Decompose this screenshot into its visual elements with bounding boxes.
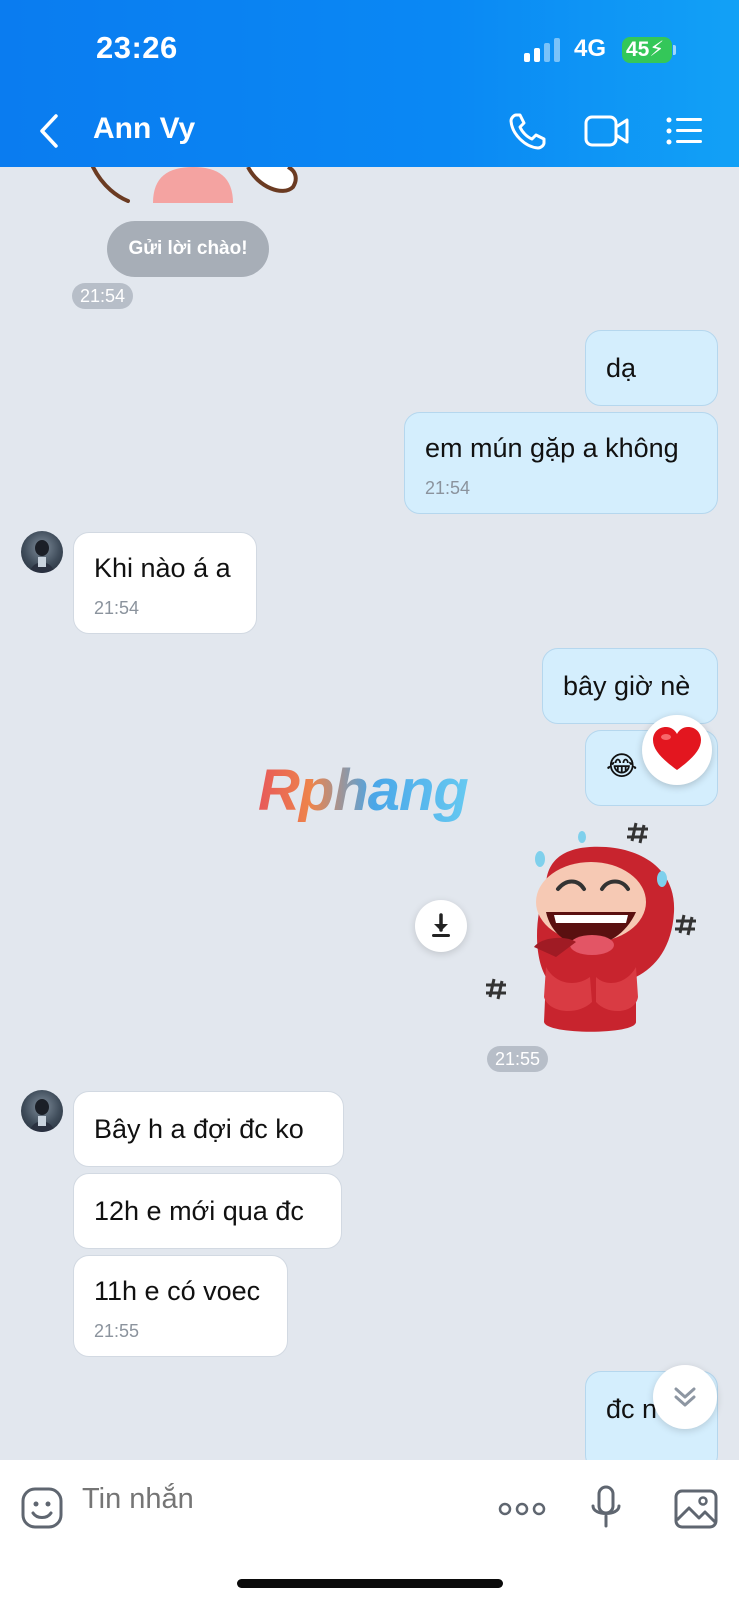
greeting-sticker: [91, 167, 298, 203]
send-greeting-button[interactable]: Gửi lời chào!: [107, 221, 269, 277]
emoji-icon[interactable]: [20, 1486, 66, 1532]
back-icon[interactable]: [34, 108, 68, 154]
message-text: bây giờ nè: [563, 671, 691, 701]
battery-nub: [673, 45, 676, 55]
message-text: Bây h a đợi đc ko: [94, 1114, 304, 1144]
sticker-timestamp: 21:55: [487, 1046, 549, 1072]
message-bubble-incoming[interactable]: 11h e có voec 21:55: [73, 1255, 288, 1357]
home-indicator: [237, 1579, 503, 1588]
message-bubble-outgoing[interactable]: dạ: [585, 330, 718, 406]
signal-icon: [524, 38, 560, 62]
message-bubble-incoming[interactable]: Bây h a đợi đc ko: [73, 1091, 344, 1167]
message-text: dạ: [606, 353, 637, 383]
avatar[interactable]: [21, 1090, 63, 1132]
heart-icon: [653, 727, 701, 770]
download-icon: [432, 913, 450, 937]
chat-header: 23:26 4G 45⚡ Ann Vy: [0, 0, 739, 167]
watermark: Rphang: [258, 758, 469, 823]
message-bubble-outgoing[interactable]: bây giờ nè: [542, 648, 718, 724]
chat-area[interactable]: Gửi lời chào! 21:54 dạ em mún gặp a khôn…: [0, 167, 739, 1460]
message-time: 21:54: [94, 598, 140, 618]
message-bubble-incoming[interactable]: Khi nào á a 21:54: [73, 532, 257, 634]
message-text: 11h e có voec: [94, 1276, 261, 1306]
greeting-timestamp: 21:54: [72, 283, 134, 309]
message-bubble-incoming[interactable]: 12h e mới qua đc: [73, 1173, 342, 1249]
message-text: Khi nào á a: [94, 553, 231, 583]
scroll-to-bottom-button[interactable]: [653, 1365, 717, 1429]
video-call-icon[interactable]: [583, 108, 631, 154]
phone-icon[interactable]: [505, 108, 553, 154]
image-icon[interactable]: [673, 1486, 719, 1532]
battery-indicator: 45⚡: [622, 37, 672, 63]
message-text: em mún gặp a không: [425, 433, 679, 463]
laughing-sticker[interactable]: [486, 817, 716, 1042]
avatar[interactable]: [21, 531, 63, 573]
more-icon[interactable]: [497, 1486, 547, 1532]
message-text: 12h e mới qua đc: [94, 1196, 304, 1226]
message-composer: [0, 1460, 739, 1600]
message-time: 21:55: [94, 1321, 140, 1341]
reaction-badge[interactable]: [642, 715, 712, 785]
contact-name[interactable]: Ann Vy: [93, 112, 195, 146]
message-time: 21:54: [425, 478, 471, 498]
scroll-down-icon: [674, 1387, 696, 1407]
menu-icon[interactable]: [665, 108, 705, 154]
message-bubble-outgoing[interactable]: em mún gặp a không 21:54: [404, 412, 718, 514]
status-time: 23:26: [96, 30, 178, 65]
message-input[interactable]: [80, 1482, 464, 1517]
microphone-icon[interactable]: [583, 1484, 629, 1530]
network-type: 4G: [574, 35, 607, 62]
download-button[interactable]: [415, 900, 467, 952]
